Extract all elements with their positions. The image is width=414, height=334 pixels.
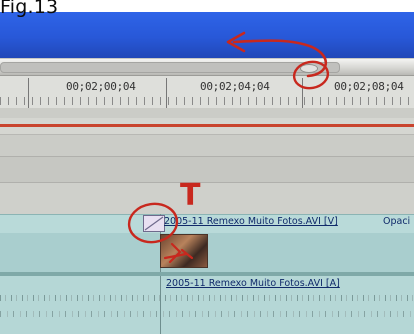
empty-track[interactable] [0,134,414,156]
clip-thumbnail [160,234,208,268]
ruler-timecode: 00;02;04;04 [200,80,270,93]
empty-track[interactable] [0,182,414,214]
work-area-bar[interactable] [0,108,414,118]
ruler-timecode: 00;02;08;04 [334,80,404,93]
ruler-minor-ticks [0,97,414,105]
opacity-label[interactable]: Opaci [383,216,410,227]
clip-edge[interactable] [160,276,161,334]
zoom-scrollbar-thumb[interactable] [0,62,340,73]
transition-icon[interactable] [143,215,165,232]
render-bar [0,118,414,134]
zoom-handle[interactable] [300,64,318,73]
audio-waveform [0,295,414,301]
title-bar [0,12,414,58]
empty-track[interactable] [0,156,414,182]
audio-waveform [0,311,414,317]
figure-caption: Fig.13 [0,0,59,18]
ruler-timecode: 00;02;00;04 [66,80,136,93]
audio-clip-name[interactable]: 2005-11 Remexo Muito Fotos.AVI [A] [166,278,340,289]
video-clip-name[interactable]: 2005-11 Remexo Muito Fotos.AVI [V] [164,216,338,227]
